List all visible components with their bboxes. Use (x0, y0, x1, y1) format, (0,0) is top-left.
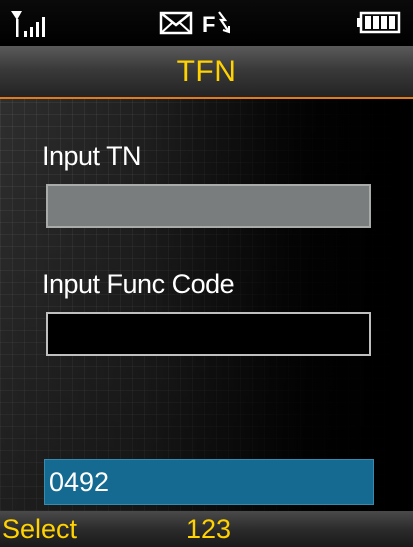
func-code-label: Input Func Code (42, 269, 235, 299)
screen-title: TFN (176, 55, 237, 88)
title-bar: TFN (0, 46, 413, 99)
phone-screen: F TFN Input TN Input Func Code 0492 Sele… (0, 0, 413, 547)
tn-input[interactable] (46, 184, 371, 228)
func-code-input[interactable] (46, 312, 371, 356)
tn-label: Input TN (42, 141, 142, 171)
content-area: Input TN Input Func Code 0492 (0, 99, 413, 511)
forward-call-icon: F (202, 11, 230, 37)
forward-letter: F (202, 12, 215, 37)
select-softkey[interactable]: Select (2, 511, 77, 547)
softkey-bar: Select 123 (0, 511, 413, 547)
battery-icon (357, 11, 401, 34)
entry-field[interactable]: 0492 (44, 459, 374, 505)
message-envelope-icon (159, 11, 193, 35)
signal-strength-icon (11, 11, 45, 37)
input-mode-softkey[interactable]: 123 (186, 511, 231, 547)
status-bar: F (0, 0, 413, 46)
